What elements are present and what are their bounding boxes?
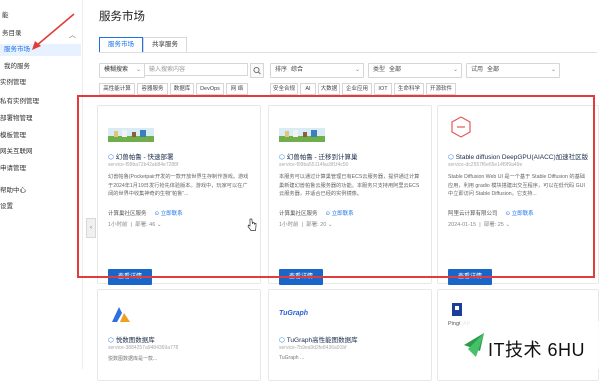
service-name[interactable]: ⬡ 悦数图数据库 [108, 334, 155, 344]
chip-open-source[interactable]: 开源软件 [426, 83, 456, 95]
trial-label: 试用 [471, 67, 484, 73]
watermark-logo-icon [464, 333, 484, 357]
sort-select[interactable]: 排序 综合 ⌄ [270, 63, 364, 78]
sort-label: 排序 [275, 67, 288, 73]
pingcap-logo [452, 303, 462, 316]
chip-iot[interactable]: IOT [374, 83, 392, 95]
chip-devops[interactable]: DevOps [196, 83, 224, 95]
sidebar-item-private-instances[interactable]: 私有实例管理 [0, 96, 39, 108]
service-card-yueshu-graphdb[interactable]: ⬡ 悦数图数据库 service-3884257a9484369a778 悦数图数… [97, 289, 261, 381]
chip-bigdata[interactable]: 大数据 [318, 83, 340, 95]
service-card-tugraph[interactable]: TuGraph ⬡ TuGraph高性能图数据库 service-7b9ea9d2… [268, 289, 432, 381]
sidebar-item-settings[interactable]: 设置 [0, 201, 13, 213]
chip-enterprise[interactable]: 企业应用 [342, 83, 372, 95]
chip-security[interactable]: 安全合规 [270, 83, 298, 95]
sidebar-item-artifacts[interactable]: 部署物管理 [0, 113, 33, 125]
chevron-down-icon: ⌄ [135, 67, 141, 73]
chevron-down-icon: ⌄ [354, 67, 360, 73]
sidebar-item-gateway[interactable]: 网关互联网 [0, 146, 33, 158]
collapse-handle[interactable]: ‹ [86, 218, 96, 238]
tugraph-logo: TuGraph [279, 310, 309, 317]
tab-service-market[interactable]: 服务市场 [99, 37, 143, 53]
service-description: 悦数图数据库是一款... [108, 356, 158, 362]
chip-database[interactable]: 数据库 [170, 83, 194, 95]
chip-container[interactable]: 容器服务 [137, 83, 168, 95]
search-input[interactable]: 输入搜索内容 [144, 63, 248, 76]
sort-value: 综合 [291, 67, 304, 73]
sidebar-item-help[interactable]: 帮助中心 [0, 185, 26, 197]
search-button[interactable] [250, 63, 264, 78]
highlight-frame [77, 95, 595, 278]
tab-divider [99, 52, 597, 53]
chevron-down-icon: ⌄ [550, 67, 556, 73]
chevron-down-icon: ⌄ [452, 67, 458, 73]
sidebar: 能 务目录 ︿ 服务市场 我的服务 实例管理 私有实例管理 部署物管理 模板管理… [0, 0, 83, 369]
category-value: 全部 [389, 67, 402, 73]
search-type-select[interactable]: 模糊搜索 ⌄ [99, 63, 145, 78]
page-title: 服务市场 [99, 11, 145, 23]
chip-network[interactable]: 网 络 [226, 83, 248, 95]
sidebar-item-templates[interactable]: 模板管理 [0, 130, 26, 142]
service-id: service-7b9ea9d2fe8436a91bf [279, 345, 347, 351]
service-name[interactable]: ⬡ TuGraph高性能图数据库 [279, 334, 358, 344]
yueshu-logo [112, 307, 130, 322]
annotation-arrow-icon [32, 13, 75, 50]
category-label: 类型 [373, 67, 386, 73]
cube-icon: ⬡ [279, 337, 285, 344]
chip-ai[interactable]: AI [300, 83, 316, 95]
search-icon [253, 66, 261, 75]
chip-life-science[interactable]: 生命科学 [394, 83, 424, 95]
cube-icon: ⬡ [108, 337, 114, 344]
category-select[interactable]: 类型 全部 ⌄ [368, 63, 462, 78]
sidebar-item-catalog[interactable]: 务目录 [2, 28, 22, 40]
service-id: service-3884257a9484369a778 [108, 345, 179, 351]
service-description: TuGraph ... [279, 355, 305, 361]
sidebar-item-instances[interactable]: 实例管理 [0, 77, 26, 89]
sidebar-item-top[interactable]: 能 [2, 10, 9, 22]
search-type-value: 模糊搜索 [104, 67, 129, 73]
sidebar-item-my-services[interactable]: 我的服务 [4, 61, 30, 73]
trial-value: 全部 [487, 67, 500, 73]
chip-hpc[interactable]: 高性能计算 [99, 83, 135, 95]
tab-shared-services[interactable]: 共享服务 [143, 37, 187, 53]
hand-cursor-icon [247, 218, 257, 231]
sidebar-item-requests[interactable]: 申请管理 [0, 163, 26, 175]
watermark-text: IT技术 6HU [488, 340, 586, 360]
trial-select[interactable]: 试用 全部 ⌄ [466, 63, 560, 78]
